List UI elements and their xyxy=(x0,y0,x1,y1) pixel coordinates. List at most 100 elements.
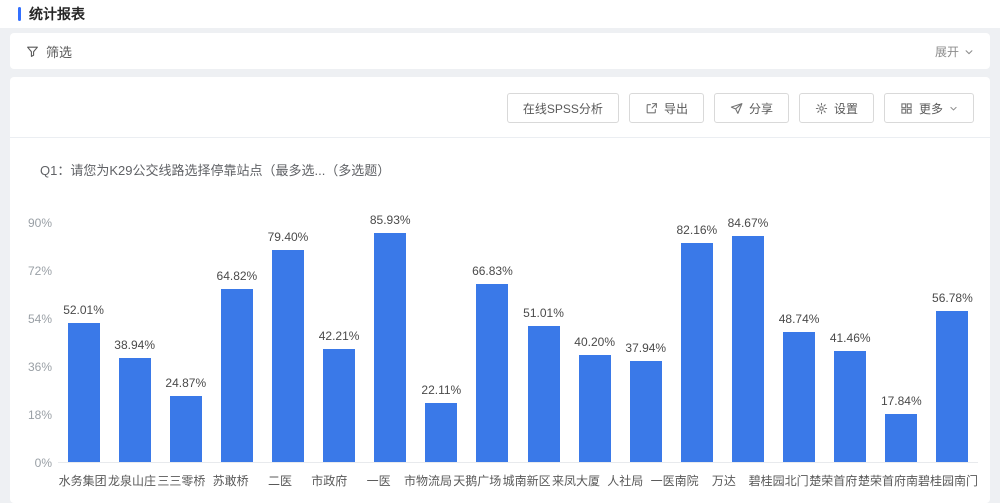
bar-group: 51.01% xyxy=(518,223,569,462)
more-label: 更多 xyxy=(919,100,943,117)
x-axis-label: 万达 xyxy=(699,472,748,489)
bar-group: 37.94% xyxy=(620,223,671,462)
more-button[interactable]: 更多 xyxy=(884,93,974,123)
bar-group: 52.01% xyxy=(58,223,109,462)
y-axis-tick-label: 36% xyxy=(28,360,52,374)
bar[interactable] xyxy=(783,332,815,462)
bar[interactable] xyxy=(936,311,968,462)
bar-value-label: 17.84% xyxy=(881,394,922,408)
x-axis-label: 水务集团 xyxy=(58,472,107,489)
x-axis-label: 楚荣首府南 xyxy=(858,472,918,489)
bar-group: 24.87% xyxy=(160,223,211,462)
export-icon xyxy=(645,102,658,115)
bar[interactable] xyxy=(834,351,866,462)
share-button[interactable]: 分享 xyxy=(714,93,789,123)
bar-group: 56.78% xyxy=(927,223,978,462)
y-axis-tick-label: 18% xyxy=(28,408,52,422)
bar-group: 38.94% xyxy=(109,223,160,462)
bar-value-label: 22.11% xyxy=(421,383,461,397)
x-axis-label: 楚荣首府 xyxy=(809,472,858,489)
bar-value-label: 84.67% xyxy=(728,216,769,230)
y-axis-tick-label: 72% xyxy=(28,264,52,278)
question-title: Q1：请您为K29公交线路选择停靠站点（最多选...（多选题） xyxy=(10,138,990,179)
page-title: 统计报表 xyxy=(29,4,85,24)
share-label: 分享 xyxy=(749,100,773,117)
chevron-down-icon xyxy=(949,104,958,113)
bar[interactable] xyxy=(119,358,151,462)
plot-area: 52.01% 38.94% 24.87% 64.82% 79.40% 42.21% 85.9… xyxy=(58,223,978,463)
x-axis-label: 碧桂园南门 xyxy=(918,472,978,489)
bar[interactable] xyxy=(68,323,100,462)
filter-toggle[interactable]: 筛选 xyxy=(26,42,72,61)
spss-analysis-label: 在线SPSS分析 xyxy=(523,100,603,117)
settings-button[interactable]: 设置 xyxy=(799,93,874,123)
bar[interactable] xyxy=(221,289,253,462)
share-icon xyxy=(730,102,743,115)
bar-value-label: 64.82% xyxy=(217,269,258,283)
bar[interactable] xyxy=(579,355,611,462)
spss-analysis-button[interactable]: 在线SPSS分析 xyxy=(507,93,619,123)
x-axis-label: 碧桂园北门 xyxy=(749,472,809,489)
page-header: 统计报表 xyxy=(0,0,1000,28)
bar[interactable] xyxy=(425,403,457,462)
x-axis-label: 天鹅广场 xyxy=(453,472,502,489)
bar-group: 85.93% xyxy=(365,223,416,462)
bar-value-label: 56.78% xyxy=(932,291,973,305)
bar[interactable] xyxy=(732,236,764,462)
chevron-down-icon xyxy=(964,47,974,57)
bar-value-label: 37.94% xyxy=(625,341,666,355)
bar[interactable] xyxy=(885,414,917,462)
bar-value-label: 66.83% xyxy=(472,264,513,278)
bar-group: 40.20% xyxy=(569,223,620,462)
bar-group: 41.46% xyxy=(825,223,876,462)
bar[interactable] xyxy=(323,349,355,462)
y-axis-tick-label: 90% xyxy=(28,216,52,230)
gear-icon xyxy=(815,102,828,115)
x-axis: 水务集团龙泉山庄三三零桥苏敢桥二医市政府一医市物流局天鹅广场城南新区来凤大厦人社… xyxy=(58,472,978,489)
bar[interactable] xyxy=(630,361,662,462)
bar[interactable] xyxy=(681,243,713,462)
bar-group: 82.16% xyxy=(671,223,722,462)
x-axis-label: 苏敢桥 xyxy=(206,472,255,489)
y-axis: 0%18%36%54%72%90% xyxy=(14,223,52,463)
x-axis-label: 一医南院 xyxy=(650,472,699,489)
bar-group: 64.82% xyxy=(211,223,262,462)
bar-value-label: 79.40% xyxy=(268,230,309,244)
bar-group: 79.40% xyxy=(262,223,313,462)
bar-group: 84.67% xyxy=(722,223,773,462)
filter-bar: 筛选 展开 xyxy=(10,33,990,69)
bar-group: 42.21% xyxy=(314,223,365,462)
y-axis-tick-label: 54% xyxy=(28,312,52,326)
bar-value-label: 48.74% xyxy=(779,312,820,326)
bar-value-label: 42.21% xyxy=(319,329,360,343)
export-label: 导出 xyxy=(664,100,688,117)
x-axis-label: 龙泉山庄 xyxy=(107,472,156,489)
bar-value-label: 40.20% xyxy=(574,335,615,349)
x-axis-label: 二医 xyxy=(255,472,304,489)
bar[interactable] xyxy=(374,233,406,462)
bar-value-label: 38.94% xyxy=(114,338,155,352)
export-button[interactable]: 导出 xyxy=(629,93,704,123)
bar-group: 22.11% xyxy=(416,223,467,462)
bar-group: 17.84% xyxy=(876,223,927,462)
bar-value-label: 41.46% xyxy=(830,331,871,345)
bar[interactable] xyxy=(528,326,560,462)
x-axis-label: 来凤大厦 xyxy=(551,472,600,489)
bar-value-label: 82.16% xyxy=(677,223,718,237)
bar[interactable] xyxy=(170,396,202,462)
x-axis-label: 市物流局 xyxy=(403,472,452,489)
x-axis-label: 城南新区 xyxy=(502,472,551,489)
bar-chart: 0%18%36%54%72%90% 52.01%38.94%24.87%64.8… xyxy=(14,223,978,503)
bar-value-label: 52.01% xyxy=(63,303,104,317)
bar-group: 48.74% xyxy=(774,223,825,462)
settings-label: 设置 xyxy=(834,100,858,117)
bar-group: 66.83% xyxy=(467,223,518,462)
grid-icon xyxy=(900,102,913,115)
bar[interactable] xyxy=(476,284,508,462)
bar-value-label: 51.01% xyxy=(523,306,564,320)
x-axis-label: 一医 xyxy=(354,472,403,489)
filter-icon xyxy=(26,45,39,58)
expand-button[interactable]: 展开 xyxy=(935,43,974,60)
bar[interactable] xyxy=(272,250,304,462)
x-axis-label: 三三零桥 xyxy=(157,472,206,489)
